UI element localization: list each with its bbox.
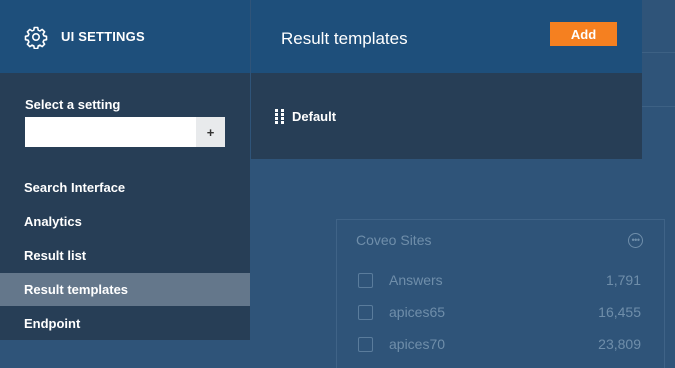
facet-value-row[interactable]: apices65 16,455 (358, 304, 641, 322)
facet-coveo-sites: Coveo Sites ••• Answers 1,791 apices65 1… (336, 219, 665, 368)
facet-value-count: 16,455 (598, 304, 641, 320)
facet-title: Coveo Sites (356, 232, 432, 248)
facet-value-row[interactable]: apices70 23,809 (358, 336, 641, 354)
result-templates-panel: Result templates Add Default (251, 0, 642, 159)
sidebar-header: UI SETTINGS (0, 0, 250, 73)
template-label: Default (292, 108, 337, 124)
setting-search-input[interactable] (25, 117, 196, 147)
sidebar-item-result-templates[interactable]: Result templates (0, 273, 250, 306)
add-template-button[interactable]: Add (550, 22, 617, 46)
facet-settings-icon[interactable]: ••• (628, 233, 643, 248)
sidebar-title: UI SETTINGS (61, 29, 145, 44)
facet-value-count: 1,791 (605, 272, 641, 288)
panel-header: Result templates Add (251, 0, 642, 73)
ui-settings-sidebar: UI SETTINGS Select a setting + Search In… (0, 0, 250, 340)
sidebar-item-endpoint[interactable]: Endpoint (0, 307, 250, 340)
select-setting-label: Select a setting (25, 97, 121, 112)
background-divider (642, 52, 675, 53)
facet-checkbox[interactable] (358, 337, 373, 352)
template-item-default[interactable]: Default (275, 106, 336, 126)
add-setting-button[interactable]: + (196, 117, 225, 147)
sidebar-item-analytics[interactable]: Analytics (0, 205, 250, 238)
drag-handle-icon[interactable] (275, 108, 284, 124)
facet-value-label: apices65 (389, 304, 446, 320)
gear-icon (24, 26, 48, 49)
sidebar-item-result-list[interactable]: Result list (0, 239, 250, 272)
facet-checkbox[interactable] (358, 305, 373, 320)
facet-checkbox[interactable] (358, 273, 373, 288)
sidebar-item-search-interface[interactable]: Search Interface (0, 171, 250, 204)
facet-value-label: apices70 (389, 336, 446, 352)
facet-value-count: 23,809 (598, 336, 641, 352)
facet-value-label: Answers (389, 272, 443, 288)
panel-title: Result templates (281, 29, 408, 48)
background-divider (642, 106, 675, 107)
facet-value-row[interactable]: Answers 1,791 (358, 272, 641, 290)
